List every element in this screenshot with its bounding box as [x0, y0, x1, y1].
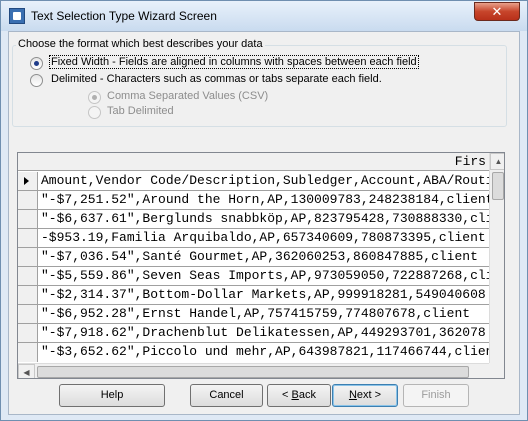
scroll-left-button[interactable]: ◀ [18, 364, 35, 378]
grid-row[interactable]: "-$3,652.62",Piccolo und mehr,AP,6439878… [18, 343, 489, 362]
current-row-arrow-icon [24, 177, 29, 185]
grid-row-text: "-$3,652.62",Piccolo und mehr,AP,6439878… [41, 344, 489, 359]
row-selector[interactable] [18, 286, 38, 304]
grid-column-header[interactable]: Firs [18, 153, 489, 171]
grid-row[interactable]: "-$7,036.54",Santé Gourmet,AP,362060253,… [18, 248, 489, 267]
scroll-up-button[interactable]: ▲ [490, 153, 504, 170]
grid-row[interactable]: "-$2,314.37",Bottom-Dollar Markets,AP,99… [18, 286, 489, 305]
grid-row-text: "-$6,637.61",Berglunds snabbköp,AP,82379… [41, 211, 489, 226]
tab-delimited-label[interactable]: Tab Delimited [107, 105, 174, 117]
title-bar[interactable]: Text Selection Type Wizard Screen ✕ [1, 1, 527, 31]
grid-row-text: "-$6,952.28",Ernst Handel,AP,757415759,7… [41, 306, 471, 321]
delimited-radio[interactable] [30, 74, 43, 87]
fixed-width-radio[interactable] [30, 57, 43, 70]
delimited-label[interactable]: Delimited - Characters such as commas or… [51, 73, 382, 85]
back-rest: ack [298, 389, 316, 401]
row-selector[interactable] [18, 229, 38, 247]
row-selector[interactable] [18, 267, 38, 285]
horizontal-scrollbar[interactable]: ◀ [18, 363, 489, 378]
grid-row[interactable]: -$953.19,Familia Arquibaldo,AP,657340609… [18, 229, 489, 248]
grid-row-text: "-$7,251.52",Around the Horn,AP,13000978… [41, 192, 489, 207]
wizard-content: Choose the format which best describes y… [8, 31, 520, 415]
grid-row-text: "-$2,314.37",Bottom-Dollar Markets,AP,99… [41, 287, 486, 302]
back-prefix: < [282, 389, 292, 401]
row-selector[interactable] [18, 248, 38, 266]
next-button[interactable]: Next > [332, 384, 398, 407]
row-selector[interactable] [18, 172, 38, 190]
row-selector[interactable] [18, 191, 38, 209]
format-group-label: Choose the format which best describes y… [16, 38, 265, 50]
scrollbar-corner [489, 363, 504, 378]
finish-button[interactable]: Finish [403, 384, 469, 407]
wizard-window: Text Selection Type Wizard Screen ✕ Choo… [0, 0, 528, 421]
row-selector[interactable] [18, 343, 38, 362]
csv-label[interactable]: Comma Separated Values (CSV) [107, 90, 268, 102]
grid-row-text: "-$7,036.54",Santé Gourmet,AP,362060253,… [41, 249, 478, 264]
tab-delimited-radio[interactable] [88, 106, 101, 119]
horizontal-scroll-thumb[interactable] [37, 366, 469, 378]
next-mnemonic: N [348, 389, 357, 401]
grid-row[interactable]: "-$6,637.61",Berglunds snabbköp,AP,82379… [18, 210, 489, 229]
back-mnemonic: B [291, 389, 299, 401]
fixed-width-label[interactable]: Fixed Width - Fields are aligned in colu… [49, 55, 419, 69]
preview-grid[interactable]: Firs Amount,Vendor Code/Description,Subl… [17, 152, 505, 379]
grid-row-text: Amount,Vendor Code/Description,Subledger… [41, 173, 489, 188]
vertical-scroll-thumb[interactable] [492, 172, 504, 200]
vertical-scrollbar[interactable]: ▲ [489, 153, 504, 363]
fixed-width-label-text: Fixed Width - Fields are aligned in colu… [49, 55, 419, 69]
grid-row-text: "-$7,918.62",Drachenblut Delikatessen,AP… [41, 325, 486, 340]
grid-row-text: "-$5,559.86",Seven Seas Imports,AP,97305… [41, 268, 489, 283]
grid-row[interactable]: "-$5,559.86",Seven Seas Imports,AP,97305… [18, 267, 489, 286]
grid-row[interactable]: "-$7,918.62",Drachenblut Delikatessen,AP… [18, 324, 489, 343]
csv-radio[interactable] [88, 91, 101, 104]
cancel-button[interactable]: Cancel [190, 384, 263, 407]
help-button[interactable]: Help [59, 384, 165, 407]
row-selector[interactable] [18, 210, 38, 228]
grid-row[interactable]: Amount,Vendor Code/Description,Subledger… [18, 172, 489, 191]
close-button[interactable]: ✕ [474, 2, 520, 21]
next-rest: ext > [356, 389, 382, 401]
row-selector[interactable] [18, 324, 38, 342]
row-selector[interactable] [18, 305, 38, 323]
back-button[interactable]: < Back [267, 384, 331, 407]
grid-row[interactable]: "-$7,251.52",Around the Horn,AP,13000978… [18, 191, 489, 210]
wizard-app-icon [9, 8, 25, 24]
window-title: Text Selection Type Wizard Screen [31, 9, 217, 23]
column-header-label: Firs [454, 154, 486, 169]
grid-row[interactable]: "-$6,952.28",Ernst Handel,AP,757415759,7… [18, 305, 489, 324]
grid-row-text: -$953.19,Familia Arquibaldo,AP,657340609… [41, 230, 486, 245]
